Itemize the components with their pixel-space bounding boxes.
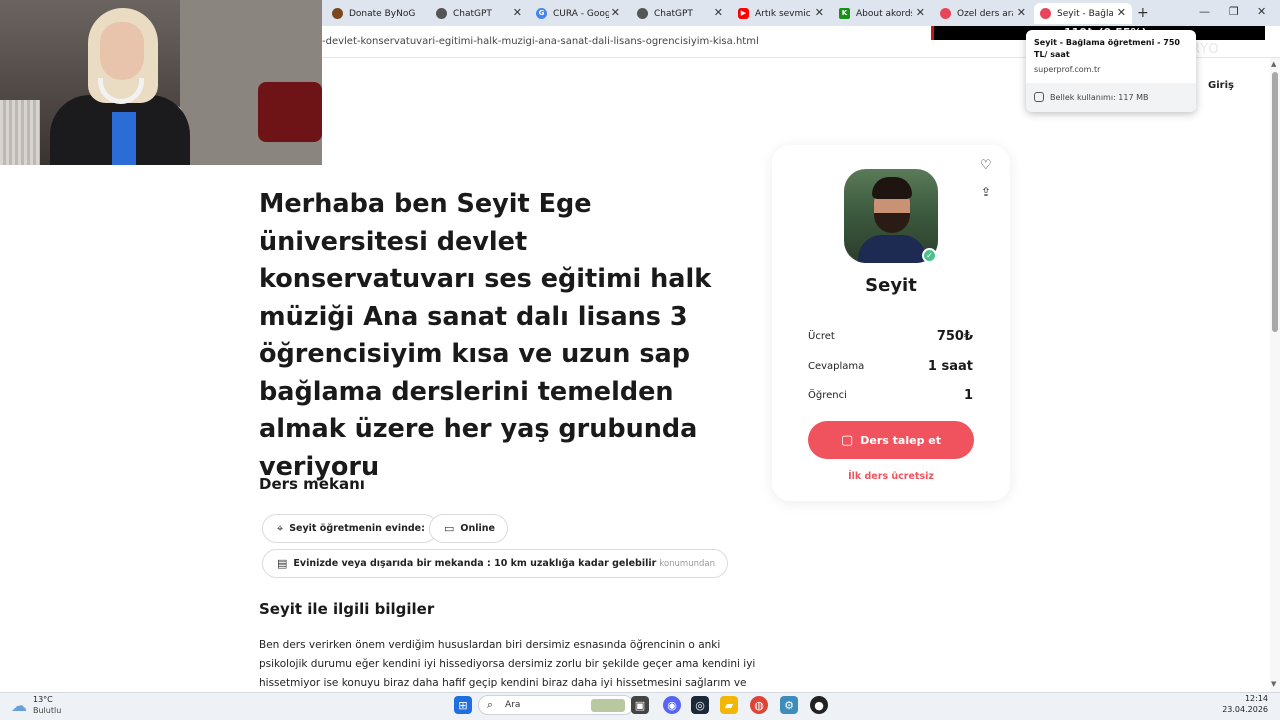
search-highlight-image [591,699,625,712]
superprof-icon [1040,8,1051,19]
stat-label-price: Ücret [808,331,835,342]
webcam-background-object [258,82,322,142]
file-explorer-icon[interactable]: ▰ [720,696,738,714]
cloud-weather-icon[interactable]: ☁ [11,696,27,715]
tab-seyit-active[interactable]: Seyit - Bağlam ✕ [1034,3,1132,24]
page-scrollbar[interactable] [1270,58,1280,692]
discord-icon[interactable]: ◉ [663,696,681,714]
stat-value-students: 1 [963,388,973,403]
close-icon[interactable]: ✕ [916,6,925,19]
windows-start-icon[interactable]: ⊞ [454,696,472,714]
stat-value-response: 1 saat [927,359,973,374]
donate-icon [332,8,343,19]
new-tab-plus-icon[interactable]: + [1137,5,1149,21]
location-pin-icon: ⌖ [277,521,284,535]
webcam-radiator [0,100,40,165]
stat-label-response: Cevaplama [808,361,865,372]
superprof-icon [940,8,951,19]
webcam-overlay [0,0,322,165]
restore-icon[interactable]: ❐ [1229,5,1239,18]
login-link[interactable]: Giriş [1208,80,1234,91]
hover-card-domain: superprof.com.tr [1034,65,1101,74]
lesson-place-title: Ders mekanı [259,475,365,493]
tab-donate[interactable]: Donate ByNoG [326,3,426,24]
youtube-icon: ▶ [738,8,749,19]
stat-label-students: Öğrenci [808,390,847,401]
taskbar-search[interactable]: ⌕ Ara [478,695,634,715]
close-icon[interactable]: ✕ [513,6,522,19]
minimize-icon[interactable]: — [1199,5,1210,18]
clock-date[interactable]: 23.04.2026 [1222,705,1268,714]
tab-youtube[interactable]: ▶ Artık sevmicem ✕ [732,3,830,24]
tab-ozel-ders[interactable]: Özel ders aray ✕ [934,3,1032,24]
weather-description[interactable]: Bulutlu [33,706,61,715]
chat-bubble-icon: ▢ [840,432,854,448]
stat-value-price: 750₺ [936,329,973,344]
settings-gear-icon[interactable]: ⚙ [780,696,798,714]
video-camera-icon: ▭ [444,522,455,535]
page-headline: Merhaba ben Seyit Ege üniversitesi devle… [259,189,712,482]
avatar-hair [872,177,912,199]
verified-check-icon: ✓ [922,248,937,263]
scroll-down-arrow-icon[interactable]: ▼ [1271,680,1276,688]
close-icon[interactable]: ✕ [815,6,824,19]
avatar-beard [874,213,910,233]
tutor-name: Seyit [865,275,917,296]
close-icon[interactable]: ✕ [714,6,723,19]
close-icon[interactable]: ✕ [1117,6,1126,19]
tab-cura[interactable]: G CURA - Googl ✕ [530,3,626,24]
scrollbar-thumb[interactable] [1272,72,1278,332]
webcam-person-shirt [112,112,136,165]
screen: Donate ByNoG ChatGPT ✕ G CURA - Googl ✕ … [0,0,1280,720]
stream-ghost-text-left: TRYO [934,42,972,57]
chatgpt-icon [436,8,447,19]
free-first-lesson: İlk ders ücretsiz [848,471,934,482]
map-icon: ▤ [277,557,288,570]
chip-online: ▭ Online [429,514,508,543]
hover-card-title: Seyit - Bağlama öğretmeni - 750 TL/ saat [1034,38,1180,59]
tab-chatgpt-1[interactable]: ChatGPT ✕ [430,3,528,24]
chip-teacher-home: ⌖ Seyit öğretmenin evinde: [262,514,438,543]
share-icon[interactable]: ⇪ [981,185,991,199]
heart-icon[interactable]: ♡ [980,158,992,173]
chatgpt-icon [637,8,648,19]
google-icon: G [536,8,547,19]
webcam-person-face [100,22,144,80]
akordsu-icon: K [839,8,850,19]
request-lesson-button[interactable]: ▢ Ders talep et [808,421,974,459]
weather-temperature[interactable]: 13°C [33,695,53,704]
task-view-icon[interactable]: ▣ [631,696,649,714]
clock-time[interactable]: 12:14 [1245,694,1268,703]
tab-akordsu[interactable]: K About akordsu ✕ [833,3,931,24]
scroll-up-arrow-icon[interactable]: ▲ [1271,60,1276,68]
search-icon: ⌕ [487,698,494,711]
chip-travel: ▤ Evinizde veya dışarıda bir mekanda : 1… [262,549,728,578]
avatar-body [858,235,926,263]
hover-card-memory: Bellek kullanımı: 117 MB [1050,93,1149,102]
chrome-icon[interactable]: ◍ [750,696,768,714]
memory-icon [1034,92,1044,102]
steam-icon[interactable]: ◎ [691,696,709,714]
url-text[interactable]: -devlet-konservatuvari-egitimi-halk-muzi… [322,36,759,47]
tab-chatgpt-2[interactable]: ChatGPT ✕ [631,3,729,24]
about-title: Seyit ile ilgili bilgiler [259,600,435,618]
close-icon[interactable]: ✕ [1017,6,1026,19]
obs-icon[interactable]: ● [810,696,828,714]
close-icon[interactable]: ✕ [611,6,620,19]
tab-hover-card: Seyit - Bağlama öğretmeni - 750 TL/ saat… [1026,30,1196,112]
search-placeholder: Ara [505,700,521,710]
window-close-icon[interactable]: ✕ [1257,5,1266,18]
